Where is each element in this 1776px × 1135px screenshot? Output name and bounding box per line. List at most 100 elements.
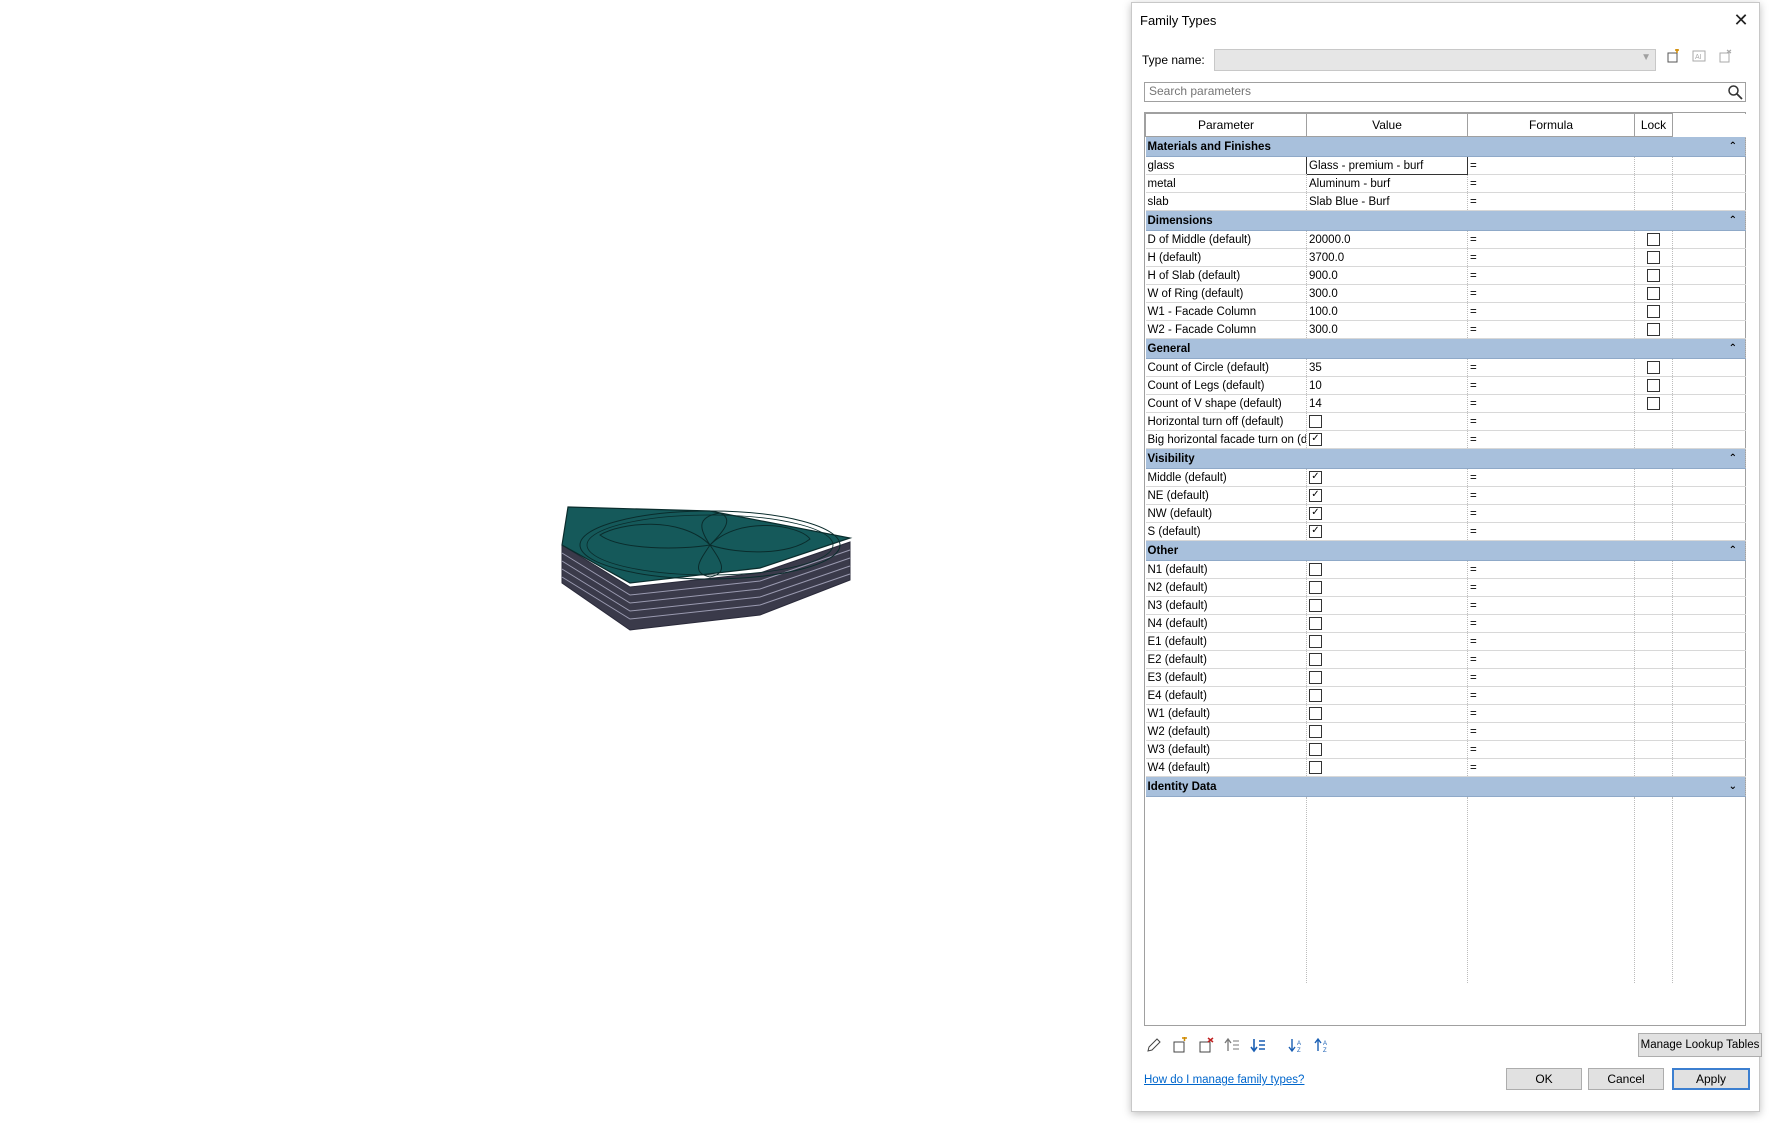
value-cell[interactable] [1306, 614, 1468, 633]
column-header-parameter[interactable]: Parameter [1145, 113, 1307, 137]
help-link[interactable]: How do I manage family types? [1144, 1074, 1304, 1086]
formula-cell[interactable]: = [1467, 230, 1635, 249]
lock-checkbox[interactable] [1647, 397, 1660, 410]
group-header[interactable]: Dimensions ⌃ [1145, 210, 1746, 231]
column-header-lock[interactable]: Lock [1634, 113, 1673, 137]
value-cell[interactable]: Slab Blue - Burf [1306, 192, 1468, 211]
group-header[interactable]: General ⌃ [1145, 338, 1746, 359]
formula-cell[interactable]: = [1467, 156, 1635, 175]
lock-cell[interactable] [1634, 376, 1673, 395]
formula-cell[interactable]: = [1467, 650, 1635, 669]
lock-cell[interactable] [1634, 230, 1673, 249]
value-cell[interactable]: ✓ [1306, 430, 1468, 449]
checkbox-unchecked[interactable] [1309, 761, 1322, 774]
table-row[interactable]: D of Middle (default) 20000.0 = [1145, 230, 1746, 249]
checkbox-unchecked[interactable] [1309, 725, 1322, 738]
formula-cell[interactable]: = [1467, 522, 1635, 541]
table-row[interactable]: N2 (default) = [1145, 578, 1746, 597]
formula-cell[interactable]: = [1467, 632, 1635, 651]
sort-ascending-icon[interactable]: AZ [1286, 1037, 1306, 1055]
formula-cell[interactable]: = [1467, 486, 1635, 505]
new-type-icon[interactable] [1662, 49, 1684, 69]
group-header-row[interactable]: Materials and Finishes ⌃ [1145, 136, 1746, 157]
lock-cell[interactable] [1634, 394, 1673, 413]
table-row[interactable]: W1 - Facade Column 100.0 = [1145, 302, 1746, 321]
checkbox-unchecked[interactable] [1309, 563, 1322, 576]
value-cell[interactable] [1306, 560, 1468, 579]
table-row[interactable]: Count of Circle (default) 35 = [1145, 358, 1746, 377]
parameter-name-cell[interactable]: S (default) [1145, 522, 1307, 541]
table-row[interactable]: W of Ring (default) 300.0 = [1145, 284, 1746, 303]
parameter-name-cell[interactable]: slab [1145, 192, 1307, 211]
lock-cell[interactable] [1634, 284, 1673, 303]
building-3d-model[interactable] [560, 505, 890, 645]
table-row[interactable]: N3 (default) = [1145, 596, 1746, 615]
formula-cell[interactable]: = [1467, 704, 1635, 723]
parameter-name-cell[interactable]: glass [1145, 156, 1307, 175]
move-up-icon[interactable] [1222, 1037, 1242, 1055]
group-header[interactable]: Materials and Finishes ⌃ [1145, 136, 1746, 157]
lock-checkbox[interactable] [1647, 305, 1660, 318]
value-cell[interactable]: ✓ [1306, 468, 1468, 487]
collapse-icon[interactable]: ⌃ [1729, 343, 1737, 354]
value-cell[interactable] [1306, 412, 1468, 431]
collapse-icon[interactable]: ⌃ [1729, 141, 1737, 152]
lock-checkbox[interactable] [1647, 379, 1660, 392]
value-cell[interactable] [1306, 740, 1468, 759]
value-cell[interactable]: 35 [1306, 358, 1468, 377]
new-parameter-icon[interactable] [1170, 1037, 1190, 1055]
parameter-name-cell[interactable]: W of Ring (default) [1145, 284, 1307, 303]
table-row[interactable]: N4 (default) = [1145, 614, 1746, 633]
lock-cell[interactable] [1634, 358, 1673, 377]
table-row[interactable]: W2 - Facade Column 300.0 = [1145, 320, 1746, 339]
cancel-button[interactable]: Cancel [1588, 1068, 1664, 1090]
checkbox-unchecked[interactable] [1309, 635, 1322, 648]
table-row[interactable]: NW (default) ✓ = [1145, 504, 1746, 523]
value-cell[interactable]: Glass - premium - burf [1306, 156, 1468, 175]
value-cell[interactable] [1306, 632, 1468, 651]
parameter-name-cell[interactable]: H of Slab (default) [1145, 266, 1307, 285]
checkbox-unchecked[interactable] [1309, 415, 1322, 428]
parameter-name-cell[interactable]: W2 (default) [1145, 722, 1307, 741]
parameter-name-cell[interactable]: Middle (default) [1145, 468, 1307, 487]
parameter-name-cell[interactable]: W4 (default) [1145, 758, 1307, 777]
search-input[interactable] [1145, 83, 1713, 99]
value-cell[interactable] [1306, 650, 1468, 669]
formula-cell[interactable]: = [1467, 412, 1635, 431]
value-cell[interactable]: Aluminum - burf [1306, 174, 1468, 193]
formula-cell[interactable]: = [1467, 614, 1635, 633]
formula-cell[interactable]: = [1467, 596, 1635, 615]
value-cell[interactable] [1306, 758, 1468, 777]
value-cell[interactable] [1306, 668, 1468, 687]
manage-lookup-tables-button[interactable]: Manage Lookup Tables [1638, 1033, 1762, 1057]
table-row[interactable]: glass Glass - premium - burf = [1145, 156, 1746, 175]
formula-cell[interactable]: = [1467, 394, 1635, 413]
lock-checkbox[interactable] [1647, 323, 1660, 336]
table-row[interactable]: Big horizontal facade turn on (def ✓ = [1145, 430, 1746, 449]
pencil-edit-icon[interactable] [1144, 1037, 1164, 1055]
table-row[interactable]: W2 (default) = [1145, 722, 1746, 741]
group-header-row[interactable]: Visibility ⌃ [1145, 448, 1746, 469]
rename-type-icon[interactable]: AI [1688, 49, 1710, 69]
parameter-name-cell[interactable]: Count of Circle (default) [1145, 358, 1307, 377]
formula-cell[interactable]: = [1467, 758, 1635, 777]
lock-cell[interactable] [1634, 302, 1673, 321]
value-cell[interactable]: 100.0 [1306, 302, 1468, 321]
table-row[interactable]: W1 (default) = [1145, 704, 1746, 723]
search-icon[interactable] [1727, 84, 1743, 100]
parameter-name-cell[interactable]: N4 (default) [1145, 614, 1307, 633]
parameter-name-cell[interactable]: NE (default) [1145, 486, 1307, 505]
value-cell[interactable] [1306, 722, 1468, 741]
apply-button[interactable]: Apply [1672, 1068, 1750, 1090]
parameter-name-cell[interactable]: D of Middle (default) [1145, 230, 1307, 249]
parameter-name-cell[interactable]: N3 (default) [1145, 596, 1307, 615]
table-row[interactable]: metal Aluminum - burf = [1145, 174, 1746, 193]
formula-cell[interactable]: = [1467, 192, 1635, 211]
lock-cell[interactable] [1634, 248, 1673, 267]
value-cell[interactable] [1306, 686, 1468, 705]
parameter-name-cell[interactable]: E3 (default) [1145, 668, 1307, 687]
parameter-name-cell[interactable]: E4 (default) [1145, 686, 1307, 705]
checkbox-unchecked[interactable] [1309, 689, 1322, 702]
lock-checkbox[interactable] [1647, 251, 1660, 264]
table-row[interactable]: W3 (default) = [1145, 740, 1746, 759]
